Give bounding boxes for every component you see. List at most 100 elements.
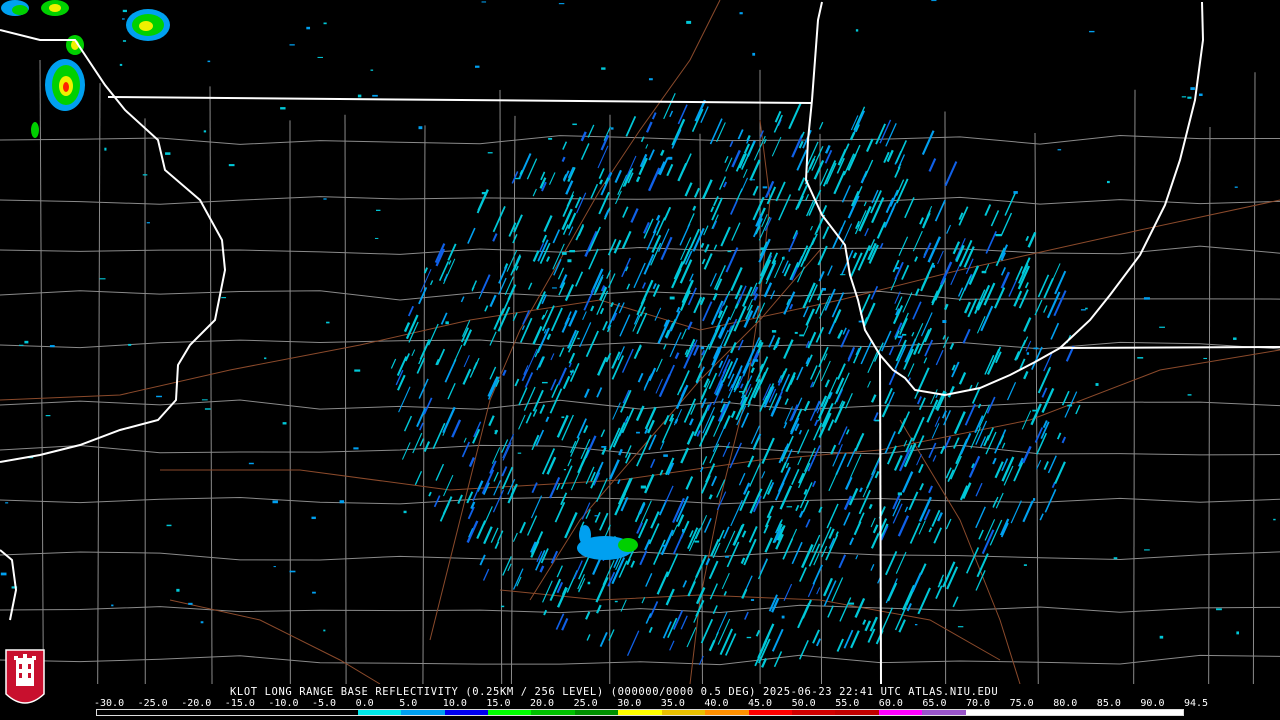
echo-speck [317, 56, 323, 58]
echo-speck [1144, 549, 1150, 551]
echo-streak [934, 416, 941, 427]
echo-streak [741, 530, 747, 538]
echo-streak [621, 348, 634, 373]
echo-streak [779, 485, 793, 510]
echo-streak [1006, 382, 1017, 401]
echo-streak [841, 185, 851, 203]
echo-streak [704, 243, 710, 253]
echo-streak [479, 554, 486, 566]
echo-streak [924, 339, 934, 357]
echo-streak [897, 515, 910, 537]
echo-streak [975, 506, 986, 529]
echo-streak [764, 537, 773, 553]
echo-streak [1025, 235, 1030, 242]
echo-streak [833, 400, 846, 424]
echo-streak [838, 554, 847, 569]
echo-streak [648, 149, 655, 161]
echo-streak [716, 611, 728, 636]
echo-speck [902, 333, 907, 336]
echo-streak [624, 445, 632, 458]
echo-streak [821, 545, 828, 558]
echo-streak [703, 253, 713, 270]
echo-speck [357, 94, 362, 98]
echo-speck [771, 330, 777, 333]
echo-streak [439, 503, 450, 522]
echo-streak [742, 168, 748, 178]
echo-streak [1054, 270, 1067, 295]
echo-streak [1001, 442, 1006, 449]
echo-speck [1106, 180, 1110, 184]
echo-streak [825, 162, 837, 185]
echo-streak [467, 227, 476, 244]
echo-streak [588, 248, 599, 270]
echo-speck [311, 516, 316, 520]
colorbar-tick-label: 50.0 [791, 698, 816, 709]
echo-streak [550, 307, 563, 332]
echo-streak [901, 471, 914, 493]
echo-speck [738, 391, 745, 393]
echo-streak [617, 477, 632, 505]
echo-streak [784, 398, 789, 405]
echo-streak [457, 494, 463, 504]
echo-speck [857, 224, 860, 227]
echo-speck [1203, 357, 1208, 360]
echo-streak [633, 262, 646, 289]
echo-streak [867, 349, 879, 374]
echo-streak [586, 634, 591, 641]
echo-streak [713, 244, 718, 250]
echo-streak [618, 560, 628, 578]
echo-streak [621, 230, 632, 249]
echo-streak [927, 236, 942, 263]
echo-speck [500, 605, 505, 608]
echo-streak [588, 226, 601, 252]
echo-streak [873, 412, 879, 422]
echo-streak [666, 553, 679, 578]
echo-streak [612, 402, 621, 420]
echo-speck [694, 540, 700, 543]
echo-streak [825, 534, 839, 561]
echo-streak [557, 267, 565, 280]
colorbar-segment [922, 710, 966, 715]
echo-streak [975, 482, 983, 497]
echo-streak [1047, 455, 1057, 474]
echo-streak [398, 386, 411, 413]
echo-streak [864, 228, 869, 237]
echo-streak [934, 199, 946, 222]
echo-streak [1050, 322, 1060, 340]
echo-streak [869, 459, 880, 483]
echo-streak [721, 572, 730, 590]
echo-streak [630, 208, 639, 223]
echo-streak [527, 282, 533, 290]
echo-speck [561, 252, 567, 255]
echo-streak [476, 520, 487, 539]
echo-speck [563, 469, 567, 471]
echo-streak [898, 619, 906, 633]
echo-speck [750, 179, 755, 181]
echo-streak [980, 305, 994, 332]
echo-streak [862, 619, 867, 626]
echo-streak [713, 196, 719, 207]
county-line [499, 89, 503, 684]
echo-speck [686, 20, 692, 24]
echo-streak [892, 304, 904, 325]
echo-streak [639, 550, 648, 566]
echo-streak [724, 530, 736, 553]
echo-streak [782, 538, 794, 560]
echo-streak [693, 187, 701, 198]
echo-streak [922, 242, 932, 259]
colorbar-tick-label: -25.0 [137, 698, 168, 709]
echo-streak [976, 553, 989, 578]
echo-streak [702, 179, 713, 200]
echo-speck [558, 3, 565, 5]
echo-streak [613, 239, 622, 254]
echo-streak [833, 170, 846, 195]
colorbar-segment [792, 710, 836, 715]
colorbar-segment [401, 710, 445, 715]
echo-streak [935, 585, 943, 599]
echo-streak [709, 583, 718, 600]
echo-streak [708, 324, 721, 350]
echo-speck [725, 556, 729, 558]
echo-streak [561, 156, 566, 163]
echo-streak [814, 419, 819, 427]
echo-streak [918, 463, 924, 474]
